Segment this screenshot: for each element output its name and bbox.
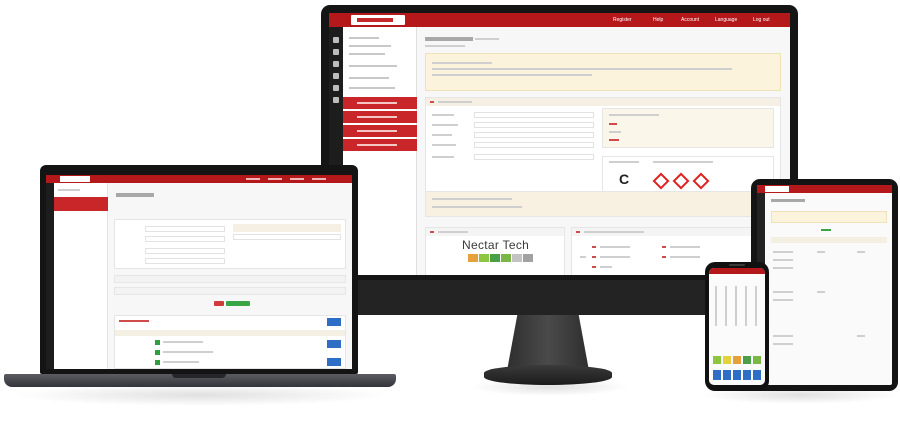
info-strip [425,191,781,217]
nav-help-link[interactable]: Help [653,16,663,24]
submenu-active-item[interactable] [343,111,417,123]
laptop-page-title [116,193,154,197]
field-input[interactable] [474,122,594,128]
submenu-active-item[interactable] [343,97,417,109]
nav-logout-link[interactable]: Log out [753,16,770,24]
tablet-notice [771,211,887,223]
rail-user-icon[interactable] [333,97,339,103]
monitor-stand-neck [507,315,589,367]
color-swatch [753,356,761,364]
field-input[interactable] [474,142,594,148]
laptop-submenu [54,183,108,369]
c-symbol-icon: C [619,171,630,187]
color-swatch [490,254,500,262]
monitor-screen: Register Help Account Language Log out C… [329,13,790,275]
submenu-item[interactable] [349,87,395,89]
rail-settings-icon[interactable] [333,85,339,91]
color-swatch [743,356,751,364]
field-input[interactable] [145,258,225,264]
color-swatch [523,254,533,262]
laptop-topbar [46,175,352,183]
tablet-topbar [757,185,892,193]
page-subtitle-placeholder [475,38,499,40]
app-topbar: Register Help Account Language Log out [329,13,790,27]
laptop-row [114,275,346,283]
field-input[interactable] [474,112,594,118]
submenu-item[interactable] [349,65,397,67]
logo-card: Nectar Tech [425,227,565,275]
submenu-active-item[interactable] [343,139,417,151]
laptop-screen [46,175,352,369]
hazard-diamond-icon [692,172,710,190]
breadcrumb-placeholder [425,45,465,47]
tablet-screen [757,185,892,385]
details-panel: C [425,97,781,205]
phone-screen [709,268,765,385]
tablet [751,179,898,391]
phone-action-button[interactable] [753,370,761,380]
laptop-notch [172,374,226,378]
field-label [432,144,456,146]
phone-action-button[interactable] [723,370,731,380]
color-swatch [468,254,478,262]
phone-action-button[interactable] [713,370,721,380]
rail-chart-icon[interactable] [333,73,339,79]
tablet-page-title [771,199,805,202]
color-swatch [713,356,721,364]
field-input[interactable] [145,226,225,232]
status-side-panel [602,108,774,148]
smartphone [705,262,769,391]
rail-document-icon[interactable] [333,61,339,67]
row-action-button[interactable] [327,340,341,348]
field-label [432,124,458,126]
device-mockup-scene: Register Help Account Language Log out C… [0,0,900,446]
color-swatch [723,356,731,364]
laptop-form-panel [114,219,346,269]
table-action-button[interactable] [327,318,341,326]
submenu-item[interactable] [349,45,391,47]
field-label [432,156,454,158]
laptop-table [114,315,346,369]
field-label [432,114,454,116]
hazard-diamond-icon [672,172,690,190]
select-input[interactable] [233,234,341,240]
hazard-panel: C [602,156,774,196]
brand-logo[interactable] [351,15,405,25]
phone-action-button[interactable] [743,370,751,380]
brand-wordmark: Nectar Tech [462,238,530,252]
laptop-shadow [10,384,390,406]
save-button[interactable] [226,301,250,306]
submenu-item[interactable] [349,53,385,55]
monitor-stand-foot [484,365,612,385]
laptop [40,165,358,374]
submenu-item[interactable] [349,77,389,79]
page-title-placeholder [425,37,473,41]
row-action-button[interactable] [327,358,341,366]
hazard-diamond-icon [652,172,670,190]
rail-list-icon[interactable] [333,49,339,55]
notice-banner [425,53,781,91]
color-swatch [479,254,489,262]
submenu-active-item[interactable] [343,125,417,137]
field-label [432,134,452,136]
phone-speaker [729,264,745,266]
field-input[interactable] [474,132,594,138]
laptop-row [114,287,346,295]
field-input[interactable] [474,154,594,160]
nav-language-link[interactable]: Language [715,16,737,24]
panel-header [426,98,780,106]
rail-home-icon[interactable] [333,37,339,43]
phone-action-button[interactable] [733,370,741,380]
color-swatch [512,254,522,262]
cancel-button[interactable] [214,301,224,306]
field-input[interactable] [145,236,225,242]
color-swatch [733,356,741,364]
nav-account-link[interactable]: Account [681,16,699,24]
field-input[interactable] [145,248,225,254]
color-swatch [501,254,511,262]
submenu-item[interactable] [349,37,379,39]
laptop-icon-rail [46,183,54,369]
nav-register-link[interactable]: Register [613,16,632,24]
